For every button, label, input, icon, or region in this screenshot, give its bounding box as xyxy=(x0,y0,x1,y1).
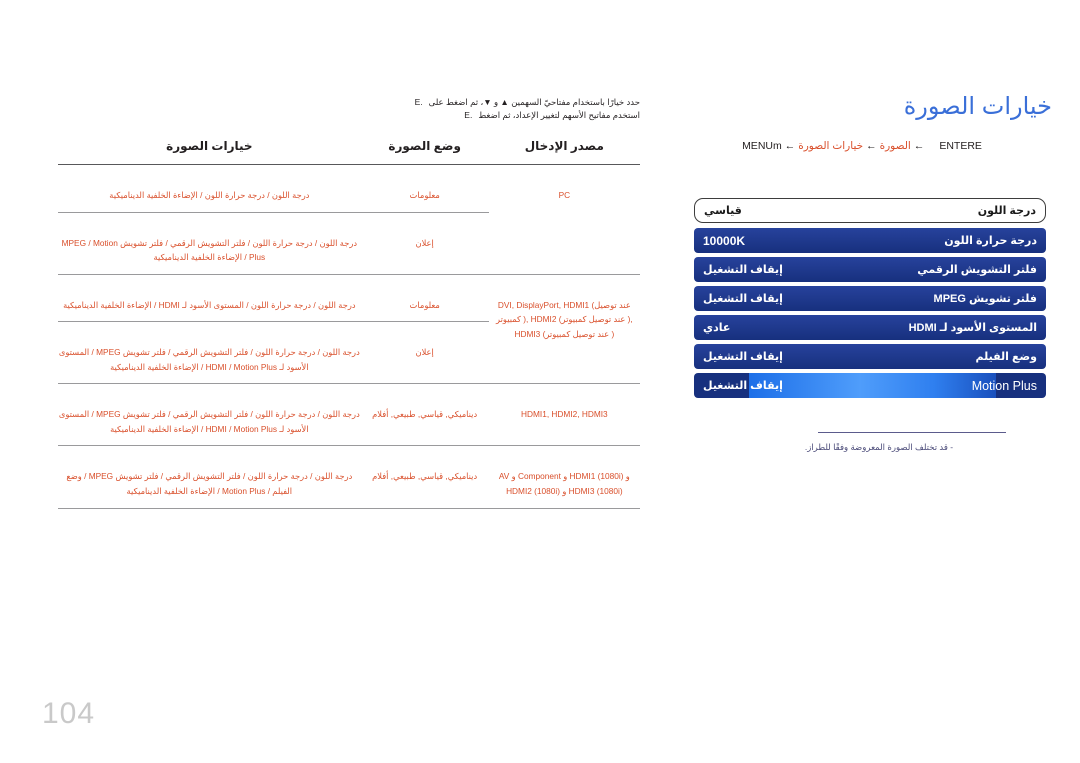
cell-options: درجة اللون / درجة حرارة اللون / فلتر الت… xyxy=(58,347,360,372)
osd-note-block: - قد تختلف الصورة المعروضة وفقًا للطراز. xyxy=(694,432,1046,453)
table-rule-full xyxy=(58,273,640,291)
rule-cell xyxy=(360,445,489,463)
page-number: 104 xyxy=(42,697,96,730)
cell-source: DVI, DisplayPort, HDMI1 (عند توصيل كمبيو… xyxy=(496,299,633,339)
spec-table-column: حدد خيارًا باستخدام مفتاحيّ السهمين ▲ و … xyxy=(0,0,660,763)
rule-cell xyxy=(58,383,361,401)
breadcrumb-level-2: خيارات الصورة xyxy=(798,140,864,152)
table-header-row: مصدر الإدخال وضع الصورة خيارات الصورة xyxy=(58,139,640,165)
breadcrumb-enter-key: ENTERE xyxy=(939,140,982,152)
rule-cell xyxy=(58,507,361,525)
rule-cell xyxy=(488,273,640,291)
cell-options: درجة اللون / درجة حرارة اللون / الإضاءة … xyxy=(109,190,310,201)
osd-item-label: درجة اللون xyxy=(977,205,1036,217)
cell-source: AV و Component و HDMI1 (1080i) و HDMI2 (… xyxy=(498,471,630,496)
table-row: PC معلومات درجة اللون / درجة حرارة اللون… xyxy=(58,181,640,212)
instruction-line-2-text: استخدم مفاتيح الأسهم لتغيير الإعداد، ثم … xyxy=(478,110,640,121)
osd-item-value: إيقاف التشغيل xyxy=(703,293,783,305)
table-row: HDMI1, HDMI2, HDMI3 ديناميكي, قياسي, طبي… xyxy=(58,400,640,446)
osd-menu-item-color-temperature[interactable]: درجة حرارة اللون 10000K xyxy=(694,228,1046,253)
rule-cell xyxy=(360,164,489,182)
instruction-line-1-text: حدد خيارًا باستخدام مفتاحيّ السهمين ▲ و … xyxy=(428,97,640,107)
cell-mode: معلومات xyxy=(409,299,440,310)
osd-item-label: وضع الفيلم xyxy=(975,351,1037,363)
osd-item-label: فلتر التشويش الرقمي xyxy=(917,264,1037,276)
table-row: AV و Component و HDMI1 (1080i) و HDMI2 (… xyxy=(58,462,640,508)
rule-cell xyxy=(360,273,489,291)
osd-note-text: - قد تختلف الصورة المعروضة وفقًا للطراز. xyxy=(804,442,954,452)
osd-menu-item-hdmi-black-level[interactable]: المستوى الأسود لـ HDMI عادي xyxy=(694,315,1046,340)
rule-cell xyxy=(360,211,489,229)
osd-item-value: عادي xyxy=(703,322,731,334)
breadcrumb: MENUm ← الصورة←خيارات الصورة ← ENTERE xyxy=(678,140,1046,152)
instruction-line-2: استخدم مفاتيح الأسهم لتغيير الإعداد، ثم … xyxy=(58,109,640,122)
table-rule-full xyxy=(58,383,640,401)
table-row: إعلان درجة اللون / درجة حرارة اللون / فل… xyxy=(58,229,640,275)
selection-highlight xyxy=(749,373,996,398)
cell-mode: إعلان xyxy=(415,237,434,248)
rule-cell xyxy=(360,321,489,339)
rule-cell xyxy=(360,507,489,525)
osd-menu-item-color-tone[interactable]: درجة اللون قياسي xyxy=(694,198,1046,223)
column-header-mode: وضع الصورة xyxy=(388,139,461,154)
osd-menu-item-motion-plus[interactable]: Motion Plus إيقاف التشغيل xyxy=(694,373,1046,398)
breadcrumb-menu-key: MENUm xyxy=(742,140,782,152)
rule-cell xyxy=(488,507,640,525)
rule-cell xyxy=(58,321,361,339)
cell-options: درجة اللون / درجة حرارة اللون / فلتر الت… xyxy=(61,237,358,263)
rule-cell xyxy=(488,164,640,182)
osd-menu-item-digital-noise-filter[interactable]: فلتر التشويش الرقمي إيقاف التشغيل xyxy=(694,257,1046,282)
osd-menu: درجة اللون قياسي درجة حرارة اللون 10000K… xyxy=(694,198,1046,398)
cell-mode: ديناميكي, قياسي, طبيعي, أفلام xyxy=(372,409,478,420)
rule-cell xyxy=(58,273,361,291)
table-row: DVI, DisplayPort, HDMI1 (عند توصيل كمبيو… xyxy=(58,291,640,339)
cell-mode: ديناميكي, قياسي, طبيعي, أفلام xyxy=(372,471,478,482)
osd-item-value: 10000K xyxy=(703,233,746,248)
instruction-line-1: حدد خيارًا باستخدام مفتاحيّ السهمين ▲ و … xyxy=(58,96,640,109)
instruction-line-2-key: E. xyxy=(464,110,473,121)
picture-options-table: مصدر الإدخال وضع الصورة خيارات الصورة PC… xyxy=(58,139,640,525)
osd-item-label: Motion Plus xyxy=(971,378,1037,393)
table-rule-bottom xyxy=(58,507,640,525)
cell-options: درجة اللون / درجة حرارة اللون / فلتر الت… xyxy=(58,409,360,434)
table-rule-partial xyxy=(58,211,640,229)
rule-cell xyxy=(58,164,361,182)
osd-menu-item-mpeg-noise-filter[interactable]: فلتر تشويش MPEG إيقاف التشغيل xyxy=(694,286,1046,311)
table-rule-top xyxy=(58,164,640,182)
cell-options: درجة اللون / درجة حرارة اللون / فلتر الت… xyxy=(66,471,353,496)
rule-cell xyxy=(58,445,361,463)
column-header-options: خيارات الصورة xyxy=(166,139,253,154)
rule-cell xyxy=(488,383,640,401)
breadcrumb-arrow-icon: ← xyxy=(866,140,877,152)
osd-item-label: المستوى الأسود لـ HDMI xyxy=(908,322,1037,334)
cell-source: HDMI1, HDMI2, HDMI3 xyxy=(521,409,608,420)
page-title: خيارات الصورة xyxy=(903,93,1052,120)
breadcrumb-level-1: الصورة xyxy=(879,140,911,152)
rule-cell xyxy=(489,212,640,229)
rule-cell xyxy=(58,211,361,229)
rule-cell xyxy=(488,445,640,463)
cell-options: درجة اللون / درجة حرارة اللون / المستوى … xyxy=(63,299,356,310)
column-header-source: مصدر الإدخال xyxy=(524,139,604,154)
cell-mode: معلومات xyxy=(409,190,440,201)
osd-item-value: إيقاف التشغيل xyxy=(703,351,783,363)
cell-source: PC xyxy=(558,190,571,201)
osd-preview-column: خيارات الصورة MENUm ← الصورة←خيارات الصورة… xyxy=(660,0,1080,763)
table-rule-full xyxy=(58,445,640,463)
osd-item-label: درجة حرارة اللون xyxy=(944,235,1037,247)
osd-note-divider xyxy=(818,432,1006,433)
breadcrumb-arrow-icon: ← xyxy=(913,140,925,152)
osd-item-label: فلتر تشويش MPEG xyxy=(933,293,1037,305)
osd-item-value: إيقاف التشغيل xyxy=(703,264,783,276)
osd-item-value: قياسي xyxy=(704,205,742,217)
osd-item-value: إيقاف التشغيل xyxy=(703,380,783,392)
rule-cell xyxy=(360,383,489,401)
osd-menu-item-film-mode[interactable]: وضع الفيلم إيقاف التشغيل xyxy=(694,344,1046,369)
breadcrumb-arrow-icon: ← xyxy=(784,140,796,152)
instruction-line-1-key: E. xyxy=(414,97,423,107)
cell-source xyxy=(489,229,640,275)
cell-mode: إعلان xyxy=(415,347,434,358)
